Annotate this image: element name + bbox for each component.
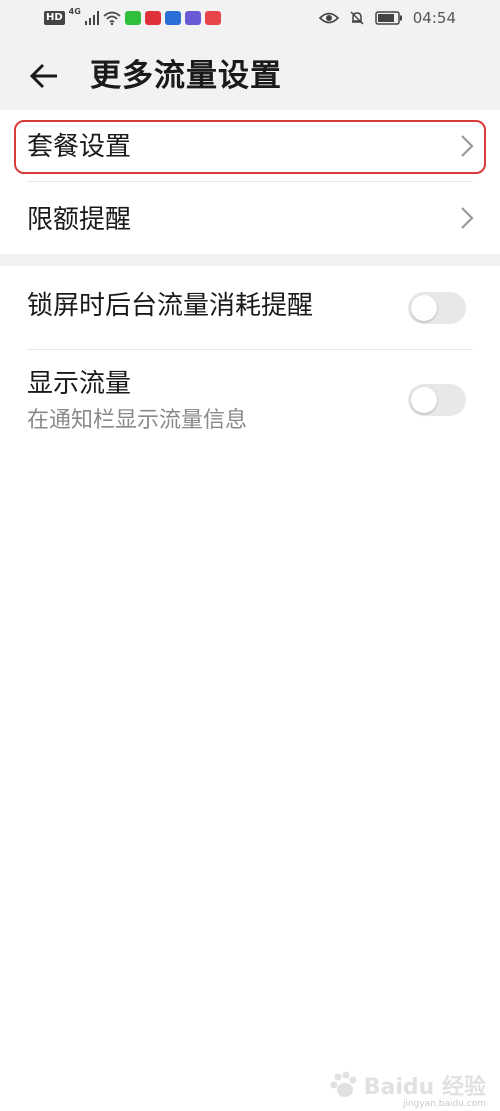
video-app-icon: [184, 11, 201, 25]
top-area: HD 4G 04:54 更多流量设置: [0, 0, 500, 110]
show-traffic-toggle[interactable]: [408, 384, 466, 416]
setting-subtitle-show-traffic: 在通知栏显示流量信息: [27, 408, 248, 433]
watermark: Baidu 经验: [330, 1069, 486, 1101]
weibo-app-icon: [144, 11, 161, 25]
hd-badge: HD: [44, 11, 65, 25]
back-button[interactable]: [22, 58, 66, 94]
browser-app-icon: [164, 11, 181, 25]
status-left: HD 4G: [44, 7, 221, 27]
app-bar: 更多流量设置: [0, 48, 500, 104]
toggle-knob: [411, 387, 437, 413]
setting-label-show-traffic: 显示流量: [27, 369, 132, 399]
chevron-right-icon: [461, 135, 474, 157]
iqiyi-app-icon: [124, 11, 141, 25]
watermark-url: jingyan.baidu.com: [402, 1099, 486, 1109]
status-time: 04:54: [412, 9, 456, 27]
page-title: 更多流量设置: [90, 58, 282, 94]
battery-icon: [375, 11, 402, 25]
eye-comfort-icon: [318, 12, 339, 24]
setting-label-limit-reminder: 限额提醒: [27, 205, 132, 235]
paw-logo-icon: [330, 1071, 357, 1097]
setting-item-limit-reminder[interactable]: 限额提醒: [0, 182, 500, 254]
toggle-knob: [411, 295, 437, 321]
wifi-icon: [103, 11, 121, 25]
watermark-brand: Baidu 经验: [363, 1075, 486, 1100]
back-arrow-icon: [29, 63, 57, 89]
setting-label-plan: 套餐设置: [27, 132, 132, 162]
setting-item-plan[interactable]: 套餐设置: [0, 110, 500, 182]
network-type: 4G: [68, 7, 81, 16]
status-bar: HD 4G 04:54: [0, 0, 500, 36]
group-divider: [0, 254, 500, 266]
setting-item-show-traffic: 显示流量 在通知栏显示流量信息: [0, 350, 500, 450]
lockscreen-reminder-toggle[interactable]: [408, 292, 466, 324]
setting-item-lockscreen-reminder: 锁屏时后台流量消耗提醒: [0, 266, 500, 350]
setting-label-lockscreen-reminder: 锁屏时后台流量消耗提醒: [27, 291, 314, 321]
status-right: 04:54: [318, 8, 456, 28]
shop-app-icon: [204, 11, 221, 25]
settings-list: 套餐设置 限额提醒 锁屏时后台流量消耗提醒 显示流量 在通知栏显示流量信息: [0, 110, 500, 450]
chevron-right-icon: [461, 207, 474, 229]
mute-bell-icon: [350, 11, 364, 25]
signal-icon: [84, 11, 99, 25]
